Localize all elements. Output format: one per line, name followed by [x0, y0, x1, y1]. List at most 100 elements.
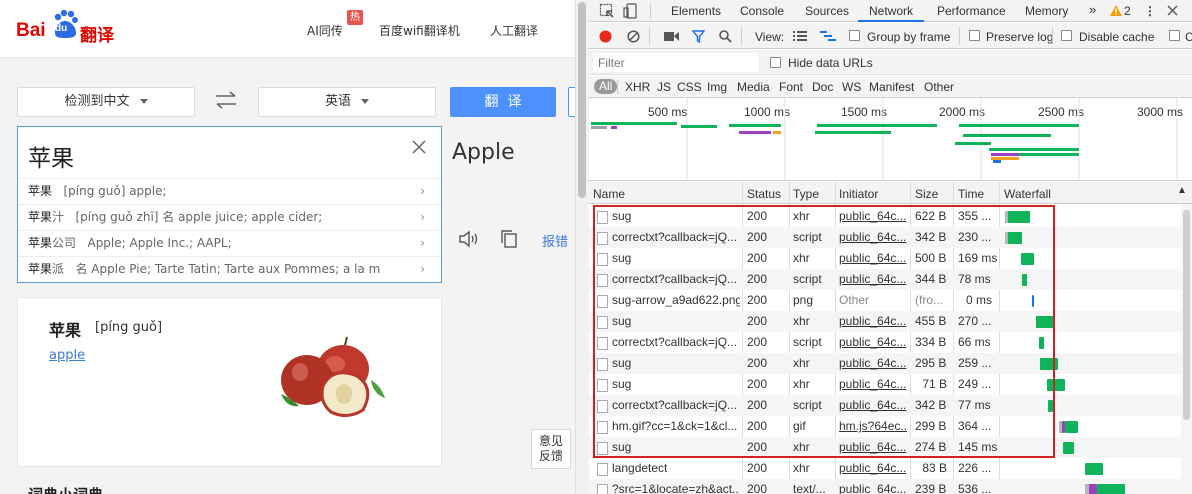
column-initiator[interactable]: Initiator	[839, 187, 878, 201]
disable-cache-checkbox[interactable]	[1061, 30, 1072, 41]
device-toolbar-icon[interactable]	[623, 3, 639, 19]
type-filter-manifest[interactable]: Manifest	[869, 80, 914, 94]
type-filter-css[interactable]: CSS	[677, 80, 702, 94]
row-time: 536 ...	[958, 482, 992, 494]
request-row[interactable]: correctxt?callback=jQ... 200 script public_…	[589, 332, 1181, 353]
close-icon[interactable]	[411, 139, 427, 155]
request-row[interactable]: ?src=1&locate=zh&act... 200 text/... public…	[589, 479, 1181, 494]
clear-icon[interactable]	[627, 30, 640, 43]
tab-memory[interactable]: Memory	[1025, 4, 1068, 18]
offline-checkbox[interactable]	[1169, 30, 1180, 41]
row-initiator[interactable]: hm.js?64ec...	[839, 416, 907, 437]
column-status[interactable]: Status	[747, 187, 781, 201]
row-time: 66 ms	[958, 335, 991, 349]
request-row[interactable]: sug 200 xhr public_64c... 295 B 259 ...	[589, 353, 1181, 374]
row-initiator[interactable]: public_64c...	[839, 206, 907, 227]
row-initiator[interactable]: public_64c...	[839, 311, 907, 332]
tab-console[interactable]: Console	[740, 4, 784, 18]
request-row[interactable]: langdetect 200 xhr public_64c... 83 B 226 ...	[589, 458, 1181, 479]
row-initiator[interactable]: public_64c...	[839, 353, 907, 374]
column-type[interactable]: Type	[793, 187, 819, 201]
row-initiator[interactable]: public_64c...	[839, 269, 907, 290]
source-language-select[interactable]: 检测到中文	[17, 87, 195, 117]
row-initiator[interactable]: public_64c...	[839, 374, 907, 395]
row-initiator[interactable]: public_64c...	[839, 458, 907, 479]
waterfall-view-icon[interactable]	[820, 30, 836, 42]
type-filter-ws[interactable]: WS	[842, 80, 861, 94]
tab-network[interactable]: Network	[869, 4, 913, 18]
suggestion-item[interactable]: 苹果 [píng guǒ] apple; ›	[18, 178, 441, 204]
request-row[interactable]: sug 200 xhr public_64c... 455 B 270 ...	[589, 311, 1181, 332]
target-language-select[interactable]: 英语	[258, 87, 436, 117]
row-initiator[interactable]: public_64c...	[839, 437, 907, 458]
copy-icon[interactable]	[500, 229, 518, 249]
request-row[interactable]: correctxt?callback=jQ... 200 script public_…	[589, 227, 1181, 248]
type-filter-media[interactable]: Media	[737, 80, 770, 94]
record-icon[interactable]	[599, 30, 612, 43]
request-row[interactable]: sug-arrow_a9ad622.png 200 png Other (fro... 0…	[589, 290, 1181, 311]
column-name[interactable]: Name	[593, 187, 625, 201]
requests-scrollbar-thumb[interactable]	[1183, 210, 1190, 420]
page-scrollbar-thumb[interactable]	[578, 2, 586, 198]
sort-up-icon[interactable]: ▲	[1177, 185, 1187, 196]
suggestion-item[interactable]: 苹果公司 Apple; Apple Inc.; AAPL; ›	[18, 230, 441, 256]
preserve-log-checkbox[interactable]	[969, 30, 980, 41]
feedback-button[interactable]: 意见 反馈	[531, 429, 571, 469]
type-filter-img[interactable]: Img	[707, 80, 727, 94]
row-initiator[interactable]: public_64c...	[839, 248, 907, 269]
row-initiator[interactable]: public_64c...	[839, 479, 907, 494]
request-row[interactable]: correctxt?callback=jQ... 200 script public_…	[589, 395, 1181, 416]
hide-data-urls-checkbox[interactable]	[770, 57, 781, 68]
devtools-menu-icon[interactable]: ⋮	[1144, 4, 1157, 18]
source-text[interactable]: 苹果	[28, 139, 74, 173]
request-row[interactable]: sug 200 xhr public_64c... 500 B 169 ms	[589, 248, 1181, 269]
request-row[interactable]: correctxt?callback=jQ... 200 script public_…	[589, 269, 1181, 290]
translate-button[interactable]: 翻 译	[450, 87, 556, 117]
request-row[interactable]: sug 200 xhr public_64c... 274 B 145 ms	[589, 437, 1181, 458]
row-time: 0 ms	[965, 293, 992, 307]
filter-input[interactable]	[593, 53, 758, 72]
swap-languages-icon[interactable]	[214, 90, 238, 110]
tab-elements[interactable]: Elements	[671, 4, 721, 18]
close-devtools-icon[interactable]	[1167, 5, 1178, 16]
timeline-overview[interactable]: 500 ms 1000 ms 1500 ms 2000 ms 2500 ms 3…	[589, 98, 1192, 181]
type-filter-all[interactable]: All	[594, 79, 618, 94]
file-icon	[597, 211, 608, 224]
inspect-element-icon[interactable]	[599, 3, 615, 19]
type-filter-other[interactable]: Other	[924, 80, 954, 94]
warning-icon[interactable]	[1110, 5, 1122, 16]
capture-screenshots-icon[interactable]	[664, 31, 679, 42]
suggestion-item[interactable]: 苹果汁 [píng guǒ zhī] 名 apple juice; apple …	[18, 204, 441, 230]
filter-icon[interactable]	[692, 30, 705, 43]
warning-count: 2	[1124, 4, 1131, 18]
search-icon[interactable]	[719, 30, 732, 43]
more-tabs-icon[interactable]: »	[1089, 2, 1096, 17]
card-link-apple[interactable]: apple	[49, 348, 85, 363]
type-filter-doc[interactable]: Doc	[812, 80, 833, 94]
large-rows-icon[interactable]	[793, 30, 807, 42]
group-by-frame-checkbox[interactable]	[849, 30, 860, 41]
column-waterfall[interactable]: Waterfall	[1004, 187, 1051, 201]
chevron-down-icon	[361, 99, 369, 104]
error-report-link[interactable]: 报错	[542, 231, 568, 250]
request-row[interactable]: sug 200 xhr public_64c... 622 B 355 ...	[589, 206, 1181, 227]
type-filter-font[interactable]: Font	[779, 80, 803, 94]
type-filter-js[interactable]: JS	[657, 80, 671, 94]
divider	[649, 27, 650, 45]
suggestion-item[interactable]: 苹果派 名 Apple Pie; Tarte Tatin; Tarte aux …	[18, 256, 441, 282]
column-time[interactable]: Time	[958, 187, 984, 201]
column-size[interactable]: Size	[915, 187, 938, 201]
row-initiator[interactable]: public_64c...	[839, 227, 907, 248]
request-row[interactable]: hm.gif?cc=1&ck=1&cl... 200 gif hm.js?64ec..…	[589, 416, 1181, 437]
request-row[interactable]: sug 200 xhr public_64c... 71 B 249 ...	[589, 374, 1181, 395]
nav-wifi-translator[interactable]: 百度wifi翻译机	[379, 22, 460, 39]
speaker-icon[interactable]	[458, 230, 480, 248]
row-initiator[interactable]: public_64c...	[839, 332, 907, 353]
source-text-input[interactable]: 苹果 苹果 [píng guǒ] apple; › 苹果汁 [píng guǒ …	[17, 126, 442, 283]
tab-performance[interactable]: Performance	[937, 4, 1006, 18]
nav-ai-interpret[interactable]: AI同传	[307, 22, 343, 39]
tab-sources[interactable]: Sources	[805, 4, 849, 18]
row-initiator[interactable]: public_64c...	[839, 395, 907, 416]
type-filter-xhr[interactable]: XHR	[625, 80, 650, 94]
nav-human-translate[interactable]: 人工翻译	[490, 22, 538, 39]
